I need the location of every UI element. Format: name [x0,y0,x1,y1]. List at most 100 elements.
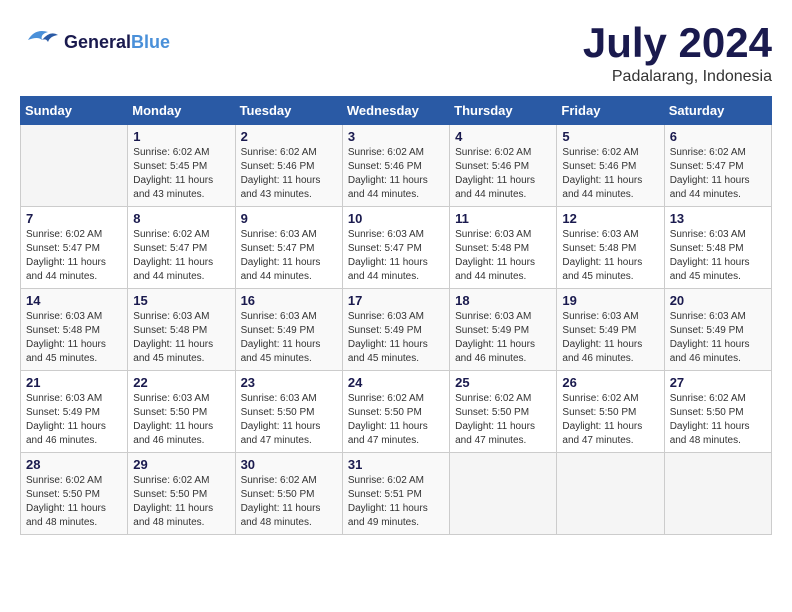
calendar-cell: 10 Sunrise: 6:03 AMSunset: 5:47 PMDayligh… [342,207,449,289]
calendar-cell: 21 Sunrise: 6:03 AMSunset: 5:49 PMDayligh… [21,371,128,453]
day-info: Sunrise: 6:02 AMSunset: 5:46 PMDaylight:… [455,146,551,202]
day-info: Sunrise: 6:03 AMSunset: 5:49 PMDaylight:… [348,310,444,366]
day-number: 4 [455,129,551,144]
calendar-cell: 13 Sunrise: 6:03 AMSunset: 5:48 PMDayligh… [664,207,771,289]
day-number: 31 [348,457,444,472]
day-number: 16 [241,293,337,308]
day-number: 10 [348,211,444,226]
day-info: Sunrise: 6:02 AMSunset: 5:51 PMDaylight:… [348,474,444,530]
calendar-cell: 17 Sunrise: 6:03 AMSunset: 5:49 PMDayligh… [342,289,449,371]
title-block: July 2024 Padalarang, Indonesia [583,20,772,86]
day-number: 7 [26,211,122,226]
calendar-cell: 5Sunrise: 6:02 AMSunset: 5:46 PMDaylight… [557,125,664,207]
day-number: 8 [133,211,229,226]
day-info: Sunrise: 6:02 AMSunset: 5:47 PMDaylight:… [133,228,229,284]
day-info: Sunrise: 6:02 AMSunset: 5:50 PMDaylight:… [455,392,551,448]
day-number: 20 [670,293,766,308]
day-number: 9 [241,211,337,226]
calendar-cell [21,125,128,207]
weekday-header-sunday: Sunday [21,97,128,125]
day-number: 24 [348,375,444,390]
weekday-header-tuesday: Tuesday [235,97,342,125]
day-info: Sunrise: 6:02 AMSunset: 5:46 PMDaylight:… [562,146,658,202]
calendar-cell: 3Sunrise: 6:02 AMSunset: 5:46 PMDaylight… [342,125,449,207]
logo-text: GeneralBlue [64,33,170,53]
day-info: Sunrise: 6:02 AMSunset: 5:50 PMDaylight:… [241,474,337,530]
day-number: 1 [133,129,229,144]
day-info: Sunrise: 6:02 AMSunset: 5:45 PMDaylight:… [133,146,229,202]
day-number: 26 [562,375,658,390]
day-info: Sunrise: 6:02 AMSunset: 5:47 PMDaylight:… [670,146,766,202]
day-info: Sunrise: 6:03 AMSunset: 5:48 PMDaylight:… [670,228,766,284]
calendar-cell: 11Sunrise: 6:03 AMSunset: 5:48 PMDayligh… [450,207,557,289]
day-number: 21 [26,375,122,390]
calendar-cell: 22Sunrise: 6:03 AMSunset: 5:50 PMDayligh… [128,371,235,453]
calendar-cell: 6 Sunrise: 6:02 AMSunset: 5:47 PMDaylight… [664,125,771,207]
day-number: 19 [562,293,658,308]
day-number: 13 [670,211,766,226]
calendar-cell: 26 Sunrise: 6:02 AMSunset: 5:50 PMDayligh… [557,371,664,453]
day-number: 12 [562,211,658,226]
calendar-table: SundayMondayTuesdayWednesdayThursdayFrid… [20,96,772,535]
logo: GeneralBlue [20,20,170,65]
day-info: Sunrise: 6:03 AMSunset: 5:47 PMDaylight:… [241,228,337,284]
calendar-week-1: 1 Sunrise: 6:02 AMSunset: 5:45 PMDaylight… [21,125,772,207]
day-number: 29 [133,457,229,472]
day-info: Sunrise: 6:03 AMSunset: 5:49 PMDaylight:… [26,392,122,448]
calendar-cell: 7 Sunrise: 6:02 AMSunset: 5:47 PMDaylight… [21,207,128,289]
day-number: 27 [670,375,766,390]
day-info: Sunrise: 6:03 AMSunset: 5:48 PMDaylight:… [133,310,229,366]
day-number: 6 [670,129,766,144]
calendar-cell: 8 Sunrise: 6:02 AMSunset: 5:47 PMDaylight… [128,207,235,289]
calendar-cell: 31 Sunrise: 6:02 AMSunset: 5:51 PMDayligh… [342,453,449,535]
day-number: 3 [348,129,444,144]
calendar-cell: 9 Sunrise: 6:03 AMSunset: 5:47 PMDaylight… [235,207,342,289]
day-info: Sunrise: 6:03 AMSunset: 5:47 PMDaylight:… [348,228,444,284]
day-info: Sunrise: 6:03 AMSunset: 5:50 PMDaylight:… [133,392,229,448]
day-number: 30 [241,457,337,472]
calendar-cell: 15Sunrise: 6:03 AMSunset: 5:48 PMDayligh… [128,289,235,371]
calendar-cell: 30 Sunrise: 6:02 AMSunset: 5:50 PMDayligh… [235,453,342,535]
day-info: Sunrise: 6:03 AMSunset: 5:48 PMDaylight:… [26,310,122,366]
day-info: Sunrise: 6:03 AMSunset: 5:49 PMDaylight:… [241,310,337,366]
calendar-cell: 1 Sunrise: 6:02 AMSunset: 5:45 PMDaylight… [128,125,235,207]
day-number: 25 [455,375,551,390]
calendar-week-4: 21 Sunrise: 6:03 AMSunset: 5:49 PMDayligh… [21,371,772,453]
logo-icon [20,20,60,65]
day-info: Sunrise: 6:02 AMSunset: 5:47 PMDaylight:… [26,228,122,284]
month-year: July 2024 [583,20,772,66]
calendar-cell: 2 Sunrise: 6:02 AMSunset: 5:46 PMDaylight… [235,125,342,207]
calendar-cell: 19 Sunrise: 6:03 AMSunset: 5:49 PMDayligh… [557,289,664,371]
calendar-cell: 12 Sunrise: 6:03 AMSunset: 5:48 PMDayligh… [557,207,664,289]
day-info: Sunrise: 6:02 AMSunset: 5:50 PMDaylight:… [670,392,766,448]
day-number: 23 [241,375,337,390]
day-number: 2 [241,129,337,144]
day-info: Sunrise: 6:03 AMSunset: 5:50 PMDaylight:… [241,392,337,448]
weekday-header-saturday: Saturday [664,97,771,125]
calendar-cell: 18Sunrise: 6:03 AMSunset: 5:49 PMDayligh… [450,289,557,371]
day-info: Sunrise: 6:03 AMSunset: 5:48 PMDaylight:… [455,228,551,284]
page-header: GeneralBlue July 2024 Padalarang, Indone… [20,20,772,86]
day-info: Sunrise: 6:03 AMSunset: 5:49 PMDaylight:… [455,310,551,366]
weekday-header-row: SundayMondayTuesdayWednesdayThursdayFrid… [21,97,772,125]
day-number: 17 [348,293,444,308]
day-number: 14 [26,293,122,308]
calendar-cell: 23 Sunrise: 6:03 AMSunset: 5:50 PMDayligh… [235,371,342,453]
day-info: Sunrise: 6:03 AMSunset: 5:49 PMDaylight:… [562,310,658,366]
calendar-week-3: 14 Sunrise: 6:03 AMSunset: 5:48 PMDayligh… [21,289,772,371]
calendar-cell: 20 Sunrise: 6:03 AMSunset: 5:49 PMDayligh… [664,289,771,371]
day-info: Sunrise: 6:03 AMSunset: 5:49 PMDaylight:… [670,310,766,366]
day-info: Sunrise: 6:03 AMSunset: 5:48 PMDaylight:… [562,228,658,284]
calendar-cell: 16 Sunrise: 6:03 AMSunset: 5:49 PMDayligh… [235,289,342,371]
day-info: Sunrise: 6:02 AMSunset: 5:46 PMDaylight:… [241,146,337,202]
calendar-cell: 4 Sunrise: 6:02 AMSunset: 5:46 PMDaylight… [450,125,557,207]
weekday-header-thursday: Thursday [450,97,557,125]
day-info: Sunrise: 6:02 AMSunset: 5:50 PMDaylight:… [348,392,444,448]
weekday-header-friday: Friday [557,97,664,125]
calendar-cell: 28Sunrise: 6:02 AMSunset: 5:50 PMDayligh… [21,453,128,535]
calendar-week-2: 7 Sunrise: 6:02 AMSunset: 5:47 PMDaylight… [21,207,772,289]
calendar-cell [450,453,557,535]
calendar-cell: 27 Sunrise: 6:02 AMSunset: 5:50 PMDayligh… [664,371,771,453]
calendar-cell: 25 Sunrise: 6:02 AMSunset: 5:50 PMDayligh… [450,371,557,453]
day-info: Sunrise: 6:02 AMSunset: 5:50 PMDaylight:… [562,392,658,448]
